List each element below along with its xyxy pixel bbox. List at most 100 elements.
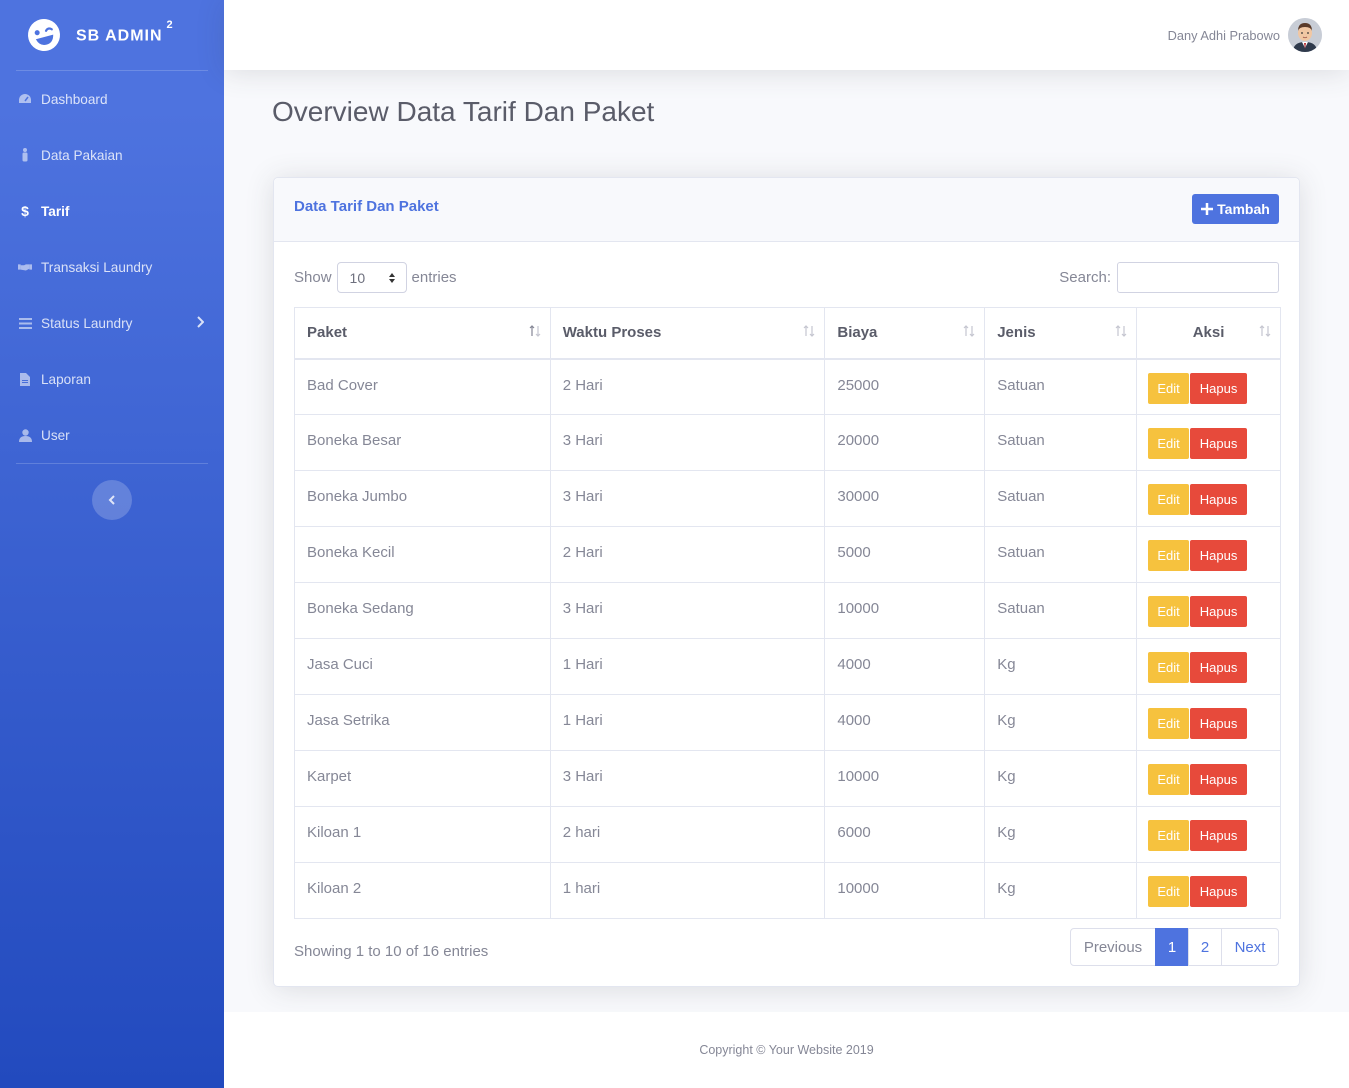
paket-cell: Boneka Besar (294, 414, 551, 471)
sidebar-item-label: Transaksi Laundry (41, 259, 153, 275)
sidebar-item-laporan[interactable]: Laporan (0, 351, 224, 407)
waktu-proses-cell: 3 Hari (549, 414, 826, 471)
biaya-cell: 10000 (824, 862, 986, 919)
aksi-cell: Edit Hapus (1136, 862, 1281, 919)
biaya-cell: 6000 (824, 806, 986, 863)
sidebar-item-transaksi-laundry[interactable]: Transaksi Laundry (0, 239, 224, 295)
table-row: Kiloan 12 hari 6000 Kg Edit Hapus (294, 806, 1281, 863)
delete-button[interactable]: Hapus (1190, 428, 1248, 459)
sidebar-item-data-pakaian[interactable]: Data Pakaian (0, 127, 224, 183)
dollar-icon: $ (21, 203, 29, 219)
sidebar-item-label: Laporan (41, 371, 91, 387)
column-header-aksi[interactable]: Aksi (1136, 307, 1281, 360)
sort-icon (963, 325, 975, 337)
table-row: Jasa Cuci 1 Hari 4000 Kg Edit Hapus (294, 638, 1281, 695)
add-button[interactable]: Tambah (1192, 194, 1279, 224)
edit-button[interactable]: Edit (1148, 820, 1190, 851)
aksi-cell: Edit Hapus (1136, 414, 1281, 471)
avatar (1288, 18, 1322, 52)
delete-button[interactable]: Hapus (1190, 764, 1248, 795)
column-header-biaya[interactable]: Biaya (824, 307, 986, 360)
delete-button[interactable]: Hapus (1190, 484, 1248, 515)
waktu-proses-cell: 2 Hari (549, 526, 826, 583)
card-title: Data Tarif Dan Paket (294, 198, 439, 215)
table-row: Bad Cover 2 Hari 25000 Satuan Edit Hapus (294, 358, 1281, 415)
sidebar-item-status-laundry[interactable]: Status Laundry (0, 295, 224, 351)
footer: Copyright © Your Website 2019 (224, 1012, 1349, 1088)
brand-name: SB ADMIN2 (76, 18, 174, 45)
edit-button[interactable]: Edit (1148, 708, 1190, 739)
jenis-cell: Satuan (984, 526, 1138, 583)
column-header-paket[interactable]: Paket (294, 307, 551, 360)
edit-button[interactable]: Edit (1148, 484, 1190, 515)
table-row: Jasa Setrika 1 Hari 4000 Kg Edit Hapus (294, 694, 1281, 751)
jenis-cell: Satuan (984, 582, 1138, 639)
table-row: Karpet 3 Hari 10000 Kg Edit Hapus (294, 750, 1281, 807)
delete-button[interactable]: Hapus (1190, 596, 1248, 627)
jenis-cell: Satuan (984, 358, 1138, 415)
jenis-cell: Kg (984, 638, 1138, 695)
aksi-cell: Edit Hapus (1136, 694, 1281, 751)
search-control: Search: (1059, 262, 1279, 293)
pagination-previous[interactable]: Previous (1070, 928, 1156, 966)
pagination-page-1[interactable]: 1 (1155, 928, 1189, 966)
sort-icon (1115, 325, 1127, 337)
paket-cell: Kiloan 2 (294, 862, 551, 919)
delete-button[interactable]: Hapus (1190, 652, 1248, 683)
sidebar-item-dashboard[interactable]: Dashboard (0, 71, 224, 127)
sidebar-item-user[interactable]: User (0, 407, 224, 463)
jenis-cell: Kg (984, 806, 1138, 863)
user-dropdown[interactable]: Dany Adhi Prabowo (1168, 18, 1322, 52)
waktu-proses-cell: 1 Hari (549, 694, 826, 751)
paket-cell: Kiloan 1 (294, 806, 551, 863)
chevron-right-icon (197, 316, 204, 328)
jenis-cell: Kg (984, 694, 1138, 751)
entries-select[interactable]: 10 (336, 262, 407, 293)
handshake-icon (18, 260, 32, 274)
waktu-proses-cell: 3 Hari (549, 470, 826, 527)
pagination: Previous 1 2 Next (1070, 928, 1279, 966)
jenis-cell: Satuan (984, 414, 1138, 471)
delete-button[interactable]: Hapus (1190, 540, 1248, 571)
column-header-waktu-proses[interactable]: Waktu Proses (549, 307, 826, 360)
entries-select-value: 10 (349, 269, 366, 286)
copyright-text: Copyright © Your Website 2019 (699, 1043, 874, 1057)
delete-button[interactable]: Hapus (1190, 876, 1248, 907)
biaya-cell: 4000 (824, 638, 986, 695)
sidebar-item-label: Tarif (41, 203, 70, 219)
sidebar-toggle-button[interactable] (92, 480, 132, 520)
sidebar-item-tarif[interactable]: $ Tarif (0, 183, 224, 239)
column-header-jenis[interactable]: Jenis (984, 307, 1138, 360)
delete-button[interactable]: Hapus (1190, 820, 1248, 851)
aksi-cell: Edit Hapus (1136, 526, 1281, 583)
page-title: Overview Data Tarif Dan Paket (272, 96, 655, 127)
aksi-cell: Edit Hapus (1136, 806, 1281, 863)
edit-button[interactable]: Edit (1148, 764, 1190, 795)
delete-button[interactable]: Hapus (1190, 708, 1248, 739)
aksi-cell: Edit Hapus (1136, 638, 1281, 695)
waktu-proses-cell: 1 Hari (549, 638, 826, 695)
edit-button[interactable]: Edit (1148, 596, 1190, 627)
tachometer-icon (18, 92, 32, 106)
delete-button[interactable]: Hapus (1190, 372, 1248, 404)
chevron-left-icon (108, 495, 115, 505)
sidebar-brand[interactable]: SB ADMIN2 (0, 0, 224, 70)
paket-cell: Boneka Kecil (294, 526, 551, 583)
paket-cell: Jasa Cuci (294, 638, 551, 695)
topbar: Dany Adhi Prabowo (224, 0, 1349, 70)
pagination-next[interactable]: Next (1221, 928, 1279, 966)
table-row: Kiloan 21 hari 10000 Kg Edit Hapus (294, 862, 1281, 919)
bars-icon (18, 316, 32, 330)
sidebar-item-label: User (41, 427, 70, 443)
pagination-page-2[interactable]: 2 (1188, 928, 1222, 966)
edit-button[interactable]: Edit (1148, 540, 1190, 571)
edit-button[interactable]: Edit (1148, 876, 1190, 907)
search-input[interactable] (1117, 262, 1279, 293)
edit-button[interactable]: Edit (1148, 372, 1190, 404)
biaya-cell: 10000 (824, 582, 986, 639)
user-name: Dany Adhi Prabowo (1167, 27, 1280, 43)
edit-button[interactable]: Edit (1148, 652, 1190, 683)
edit-button[interactable]: Edit (1148, 428, 1190, 459)
table-row: Boneka Jumbo 3 Hari 30000 Satuan Edit Hapus (294, 470, 1281, 527)
biaya-cell: 25000 (824, 358, 986, 415)
